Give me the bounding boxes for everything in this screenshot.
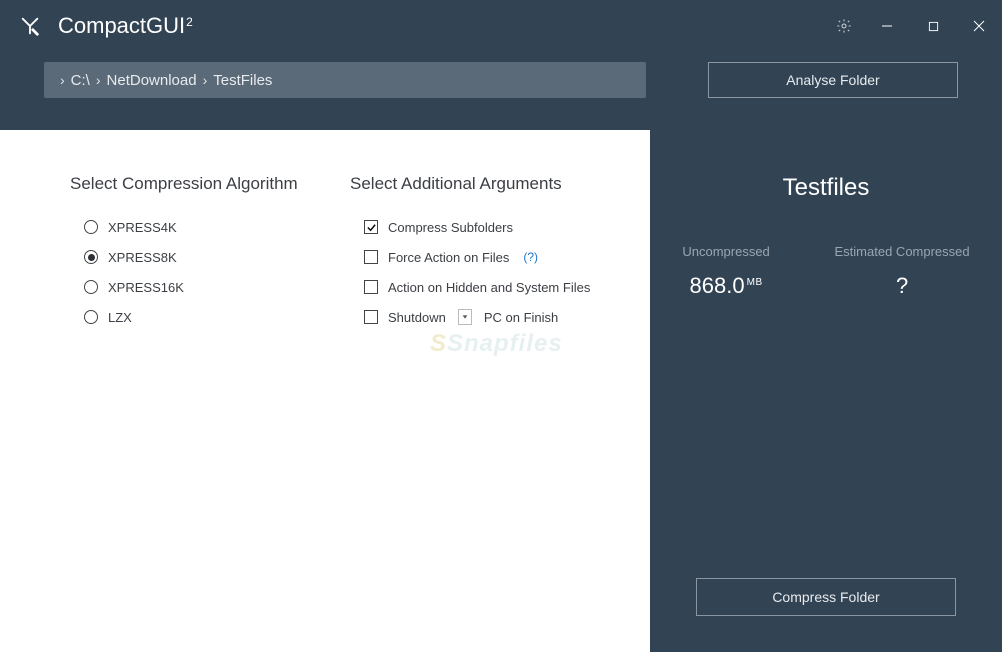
checkbox-icon — [364, 310, 378, 324]
breadcrumb-segment[interactable]: NetDownload — [107, 72, 197, 89]
arg-compress-subfolders[interactable]: Compress Subfolders — [364, 212, 590, 242]
algo-option-xpress8k[interactable]: XPRESS8K — [84, 242, 350, 272]
checkbox-icon — [364, 250, 378, 264]
app-title: CompactGUI2 — [58, 13, 193, 39]
settings-button[interactable] — [824, 6, 864, 46]
radio-icon — [84, 310, 98, 324]
stat-uncompressed: Uncompressed 868.0 MB — [682, 244, 769, 299]
arg-shutdown[interactable]: Shutdown PC on Finish — [364, 302, 590, 332]
radio-icon — [84, 250, 98, 264]
breadcrumb[interactable]: › C:\ › NetDownload › TestFiles — [44, 62, 646, 98]
compress-folder-button[interactable]: Compress Folder — [696, 578, 956, 616]
algo-option-lzx[interactable]: LZX — [84, 302, 350, 332]
breadcrumb-segment[interactable]: C:\ — [71, 72, 90, 89]
checkbox-icon — [364, 220, 378, 234]
app-icon — [14, 10, 46, 42]
right-panel: Testfiles Uncompressed 868.0 MB Estimate… — [650, 130, 1002, 652]
analyse-folder-button[interactable]: Analyse Folder — [708, 62, 958, 98]
radio-icon — [84, 280, 98, 294]
algo-option-xpress16k[interactable]: XPRESS16K — [84, 272, 350, 302]
close-button[interactable] — [956, 6, 1002, 46]
chevron-right-icon: › — [96, 72, 101, 88]
chevron-right-icon: › — [60, 72, 65, 88]
algo-option-xpress4k[interactable]: XPRESS4K — [84, 212, 350, 242]
arguments-section-title: Select Additional Arguments — [350, 174, 590, 194]
folder-name: Testfiles — [783, 174, 870, 202]
titlebar: CompactGUI2 — [0, 0, 1002, 52]
maximize-button[interactable] — [910, 6, 956, 46]
arg-force-action[interactable]: Force Action on Files (?) — [364, 242, 590, 272]
arg-hidden-system[interactable]: Action on Hidden and System Files — [364, 272, 590, 302]
breadcrumb-segment[interactable]: TestFiles — [213, 72, 272, 89]
stat-estimated: Estimated Compressed ? — [835, 244, 970, 299]
checkbox-icon — [364, 280, 378, 294]
chevron-right-icon: › — [203, 72, 208, 88]
algorithm-section-title: Select Compression Algorithm — [70, 174, 350, 194]
help-link[interactable]: (?) — [523, 250, 538, 264]
header-row: › C:\ › NetDownload › TestFiles Analyse … — [0, 52, 1002, 130]
radio-icon — [84, 220, 98, 234]
left-panel: Select Compression Algorithm XPRESS4K XP… — [0, 130, 650, 652]
minimize-button[interactable] — [864, 6, 910, 46]
shutdown-dropdown[interactable] — [458, 309, 472, 325]
